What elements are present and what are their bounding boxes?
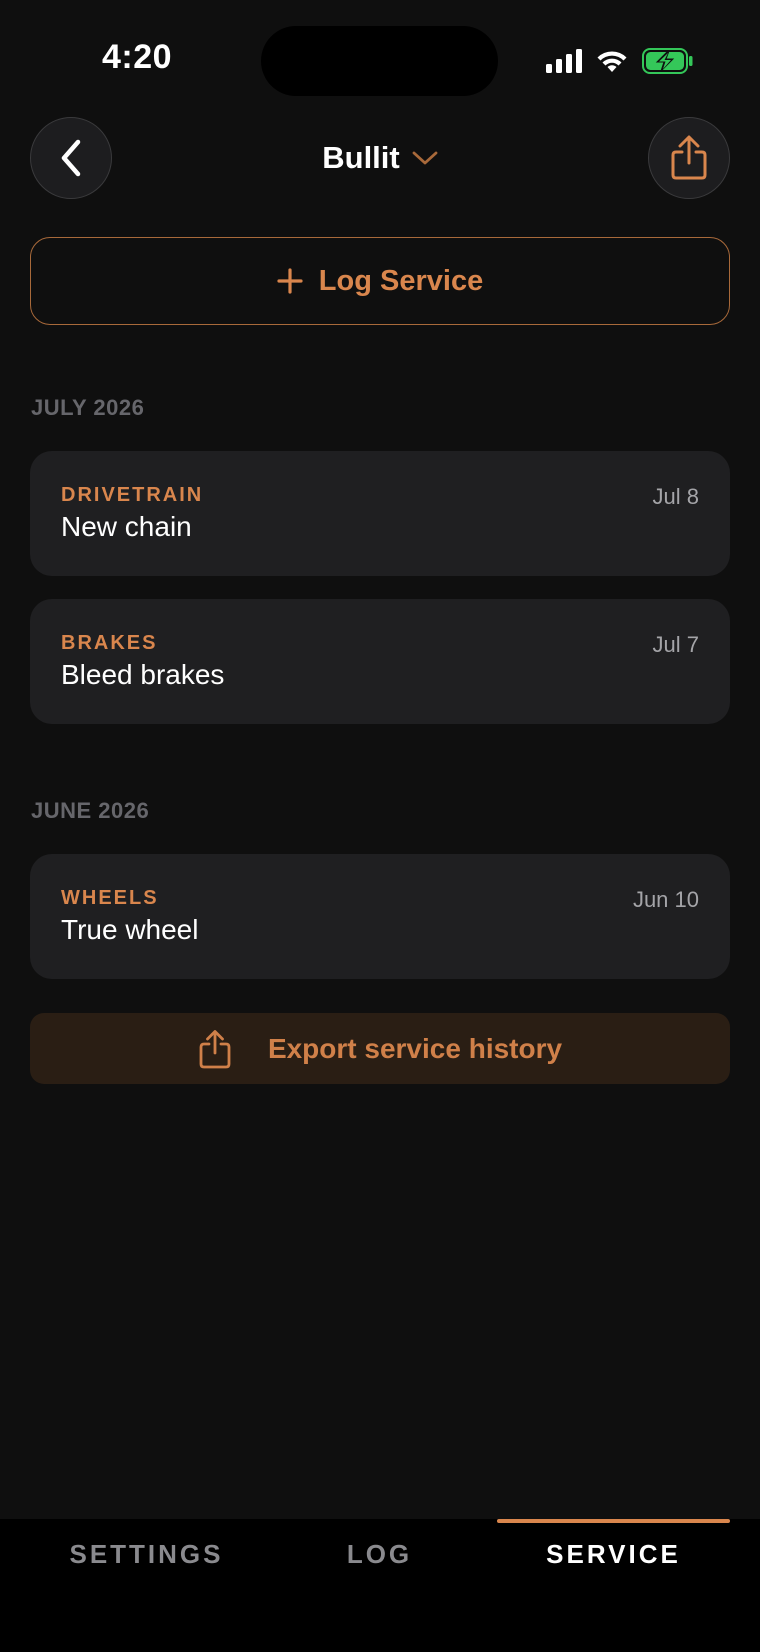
service-title: Bleed brakes [61, 659, 225, 690]
tab-settings[interactable]: SETTINGS [30, 1519, 263, 1589]
tab-bar: SETTINGS LOG SERVICE [0, 1519, 760, 1652]
bike-selector[interactable]: Bullit [0, 136, 760, 180]
section-header: JULY 2026 [31, 395, 145, 420]
export-service-history-button[interactable]: Export service history [30, 1013, 730, 1084]
service-date: Jul 7 [652, 632, 699, 657]
cellular-signal-icon [546, 49, 582, 73]
page-title: Bullit [322, 140, 400, 175]
service-card[interactable]: WHEELS True wheel Jun 10 [30, 854, 730, 979]
log-service-button[interactable]: Log Service [30, 237, 730, 325]
wifi-icon [597, 51, 627, 72]
status-time: 4:20 [102, 38, 173, 76]
service-title: True wheel [61, 914, 199, 945]
share-button[interactable] [648, 117, 730, 199]
service-title: New chain [61, 511, 192, 542]
service-date: Jul 8 [652, 484, 699, 509]
log-service-label: Log Service [318, 264, 484, 297]
service-date: Jun 10 [632, 887, 699, 912]
dynamic-island [261, 26, 498, 96]
service-card[interactable]: DRIVETRAIN New chain Jul 8 [30, 451, 730, 576]
tab-service[interactable]: SERVICE [497, 1519, 730, 1589]
chevron-down-icon [412, 151, 438, 165]
service-card[interactable]: BRAKES Bleed brakes Jul 7 [30, 599, 730, 724]
tab-log[interactable]: LOG [263, 1519, 496, 1589]
plus-icon [277, 268, 303, 294]
export-label: Export service history [267, 1032, 563, 1064]
service-category: BRAKES [61, 632, 158, 654]
service-category: DRIVETRAIN [61, 484, 204, 506]
status-icons [546, 44, 694, 78]
section-header: JUNE 2026 [31, 798, 150, 823]
share-icon [199, 1029, 231, 1068]
share-icon [671, 135, 707, 180]
battery-charging-icon [642, 48, 693, 74]
service-category: WHEELS [61, 887, 159, 909]
